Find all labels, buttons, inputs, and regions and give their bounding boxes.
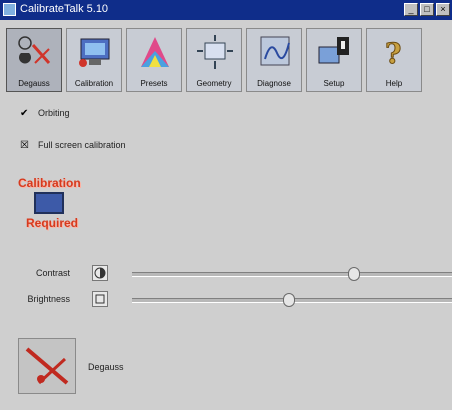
brightness-row: Brightness (0, 290, 452, 310)
toolbar-presets-button[interactable]: Presets (126, 28, 182, 92)
title-bar[interactable]: CalibrateTalk 5.10 _ □ × (0, 0, 452, 20)
toolbar-help-button[interactable]: ? Help (366, 28, 422, 92)
toolbar-degauss-button[interactable]: Degauss (6, 28, 62, 92)
required-text: Required (26, 216, 79, 230)
brightness-icon (92, 291, 108, 307)
toolbar-item-label: Help (385, 79, 403, 88)
calibration-required-indicator: Calibration Required (18, 176, 98, 234)
toolbar-item-label: Presets (140, 79, 168, 88)
toolbar-item-label: Diagnose (257, 79, 291, 88)
app-icon (3, 3, 16, 16)
window-title: CalibrateTalk 5.10 (20, 3, 109, 15)
minimize-icon[interactable]: _ (404, 3, 418, 16)
degauss-button[interactable] (18, 338, 76, 394)
maximize-icon[interactable]: □ (420, 3, 434, 16)
close-icon[interactable]: × (436, 3, 450, 16)
degauss-label: Degauss (88, 362, 124, 372)
toolbar-setup-button[interactable]: Setup (306, 28, 362, 92)
full-screen-checkbox-row[interactable]: ☒ Full screen calibration (20, 140, 126, 151)
full-screen-checkbox[interactable]: ☒ (20, 140, 30, 151)
contrast-icon (92, 265, 108, 281)
toolbar-geometry-button[interactable]: Geometry (186, 28, 242, 92)
toolbar-diagnose-button[interactable]: Diagnose (246, 28, 302, 92)
toolbar-item-label: Setup (323, 79, 345, 88)
orbiting-checkbox-row[interactable]: ✔ Orbiting (20, 108, 70, 119)
degauss-icon (18, 36, 51, 64)
toolbar-calibration-button[interactable]: Calibration (66, 28, 122, 92)
full-screen-label: Full screen calibration (38, 140, 126, 150)
brightness-slider-thumb[interactable] (282, 293, 295, 307)
diagnose-icon (260, 36, 290, 66)
contrast-label: Contrast (35, 268, 70, 278)
calibration-icon (79, 38, 110, 67)
geometry-icon (197, 35, 233, 69)
toolbar-item-label: Degauss (18, 79, 50, 88)
toolbar: Degauss Calibration Presets Geometry Dia… (6, 28, 452, 96)
toolbar-item-label: Calibration (74, 79, 114, 88)
calibration-text: Calibration (18, 176, 81, 190)
orbiting-label: Orbiting (38, 108, 70, 118)
presets-icon (141, 37, 169, 67)
contrast-row: Contrast (0, 264, 452, 284)
help-icon: ? (385, 37, 402, 71)
orbiting-checkbox[interactable]: ✔ (20, 108, 30, 119)
setup-icon (318, 37, 349, 64)
toolbar-item-label: Geometry (196, 79, 232, 88)
svg-text:?: ? (385, 37, 401, 70)
monitor-icon (34, 192, 64, 214)
degauss-large-icon (25, 347, 69, 385)
app-window: CalibrateTalk 5.10 _ □ × Degauss Calibra… (0, 0, 452, 410)
contrast-slider-thumb[interactable] (347, 267, 360, 281)
contrast-slider-track[interactable] (132, 272, 452, 277)
brightness-label: Brightness (27, 294, 70, 304)
